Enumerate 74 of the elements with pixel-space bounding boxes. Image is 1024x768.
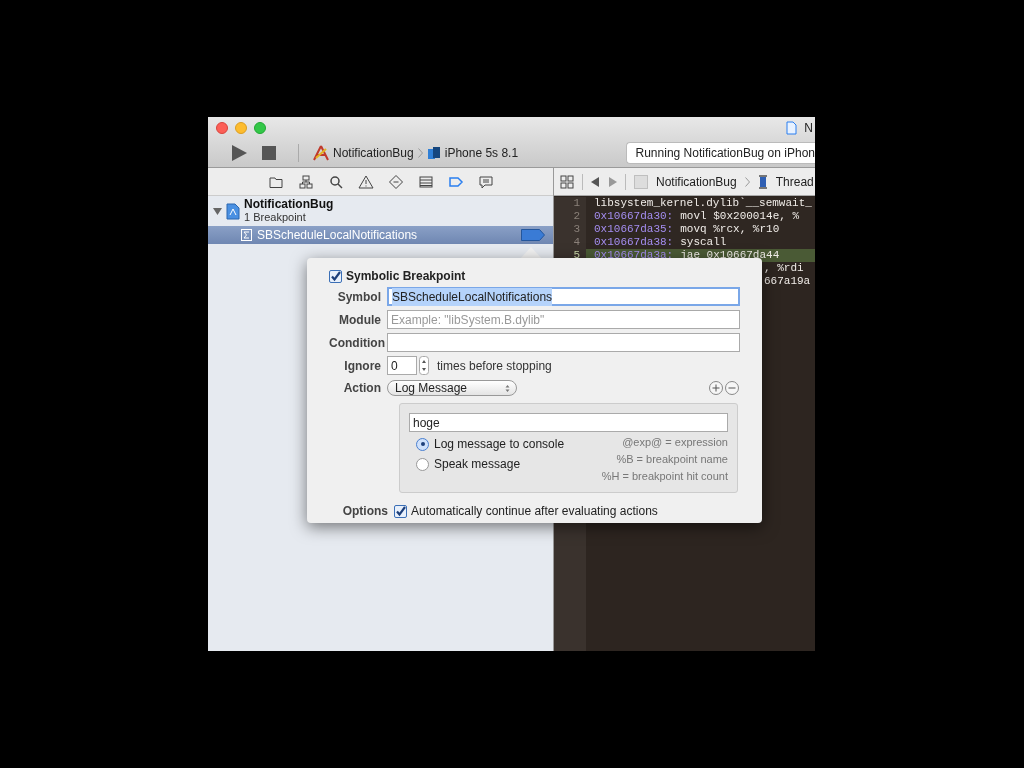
format-hint: %H = breakpoint hit count — [601, 469, 728, 484]
log-navigator-tab-icon[interactable] — [478, 173, 494, 190]
project-file-icon — [226, 202, 240, 220]
search-navigator-tab-icon[interactable] — [328, 173, 344, 190]
line-number: 1 — [573, 197, 580, 210]
jump-bar-item[interactable]: NotificationBug — [656, 172, 737, 191]
chevron-right-icon — [417, 148, 423, 158]
hierarchy-navigator-tab-icon[interactable] — [298, 173, 314, 190]
breakpoint-symbol: SBScheduleLocalNotifications — [257, 227, 419, 244]
sigma-icon — [241, 229, 252, 241]
forward-icon[interactable] — [608, 176, 617, 187]
destination-name[interactable]: iPhone 5s 8.1 — [444, 144, 519, 162]
field-label: Symbol — [336, 288, 382, 306]
line-number: 5 — [573, 249, 580, 262]
ignore-count-field[interactable]: 0 — [387, 356, 417, 375]
code-text: syscall — [680, 236, 727, 249]
field-label: Options — [341, 503, 389, 520]
radio-label: Speak message — [434, 456, 521, 473]
field-label: Condition — [329, 334, 386, 352]
jump-bar-item[interactable]: Thread — [775, 172, 814, 191]
test-navigator-tab-icon[interactable] — [388, 173, 404, 190]
project-name: NotificationBug — [244, 198, 334, 211]
window-title: N — [804, 120, 813, 137]
app-grid-icon — [634, 174, 648, 189]
document-icon — [786, 121, 798, 135]
option-label: Automatically continue after evaluating actions — [411, 503, 658, 520]
ignore-suffix: times before stopping — [437, 357, 552, 375]
text-field[interactable] — [387, 333, 740, 352]
checkbox[interactable] — [329, 269, 342, 283]
thread-icon — [757, 174, 768, 189]
code-address: 0x10667da3a: — [594, 249, 674, 262]
checkbox[interactable] — [394, 504, 407, 518]
field-label: Action — [342, 380, 382, 397]
field-label: Ignore — [343, 357, 382, 375]
warning-navigator-tab-icon[interactable] — [358, 173, 374, 190]
message-field[interactable]: hoge — [409, 413, 728, 432]
up-down-arrows-icon — [505, 383, 510, 393]
format-hint: @exp@ = expression — [622, 435, 728, 450]
line-number: 4 — [573, 236, 580, 249]
radio-button[interactable] — [416, 437, 429, 451]
radio-button[interactable] — [416, 457, 429, 471]
add-action-button[interactable] — [709, 381, 723, 395]
code-text: movq %rcx, %r10 — [680, 223, 780, 236]
remove-action-button[interactable] — [725, 381, 739, 395]
line-number: 3 — [573, 223, 580, 236]
scheme-name[interactable]: NotificationBug — [333, 144, 414, 162]
disclosure-triangle-icon[interactable] — [213, 206, 222, 216]
code-text: movl $0x200014e, % — [680, 210, 800, 223]
text-field[interactable]: SBScheduleLocalNotifications — [387, 287, 740, 306]
close-button[interactable] — [216, 122, 228, 134]
field-label: Module — [338, 311, 382, 329]
code-text: 667a19a — [764, 275, 811, 287]
code-address: 0x10667da30: — [594, 210, 674, 223]
code-address: 0x10667da38: — [594, 236, 674, 249]
hammer-app-icon — [313, 145, 329, 161]
breakpoint-count: 1 Breakpoint — [244, 211, 307, 224]
action-popup-button[interactable]: Log Message — [387, 380, 517, 396]
line-number: 2 — [573, 210, 580, 223]
code-text: , %rdi — [764, 262, 804, 274]
chevron-right-icon — [744, 176, 750, 187]
debug-navigator-tab-icon[interactable] — [418, 173, 434, 190]
code-address: 0x10667da35: — [594, 223, 674, 236]
code-text: libsystem_kernel.dylib`__semwait_ — [594, 197, 812, 210]
radio-label: Log message to console — [434, 436, 565, 453]
activity-status: Running NotificationBug on iPhon — [625, 142, 815, 164]
zoom-button[interactable] — [254, 122, 266, 134]
run-button[interactable] — [230, 144, 248, 162]
breakpoint-type-title: Symbolic Breakpoint — [346, 268, 466, 285]
stepper-icon[interactable] — [419, 356, 429, 375]
grid-icon[interactable] — [560, 174, 574, 189]
format-hint: %B = breakpoint name — [616, 452, 728, 467]
phone-icon — [426, 146, 441, 160]
breakpoint-marker-icon[interactable] — [521, 229, 545, 241]
back-icon[interactable] — [591, 176, 600, 187]
